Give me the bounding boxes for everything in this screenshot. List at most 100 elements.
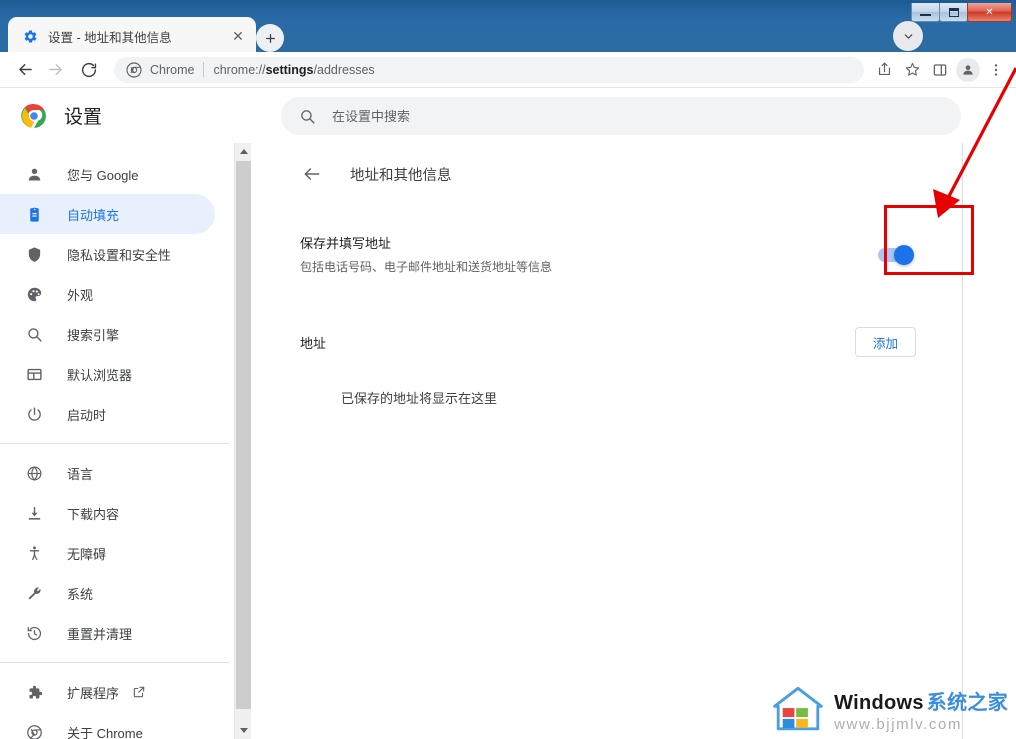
addresses-section-header: 地址 添加 [251, 313, 962, 371]
search-input[interactable] [330, 107, 943, 125]
window-controls: ✕ [911, 3, 1012, 22]
sidebar-item-on-startup[interactable]: 启动时 [0, 394, 215, 434]
address-bar[interactable]: Chrome chrome://settings/addresses [114, 56, 864, 83]
power-icon [24, 404, 44, 424]
browser-window-icon [24, 364, 44, 384]
gear-icon [22, 28, 38, 44]
content-title: 地址和其他信息 [350, 167, 452, 184]
browser-toolbar: Chrome chrome://settings/addresses [0, 52, 1016, 88]
settings-sidebar: 您与 Google 自动填充 隐私设置和安全性 外观 搜索引擎 默认浏览器 启动… [0, 143, 229, 739]
watermark-text: Windows 系统之家 www.bjjmlv.com [834, 686, 1008, 733]
browser-window: ✕ 设置 - 地址和其他信息 ✕ Chrome chrome://setting… [0, 0, 1016, 739]
minimize-button[interactable] [911, 3, 940, 22]
sidebar-item-about-chrome[interactable]: 关于 Chrome [0, 712, 215, 739]
sidebar-item-label: 隐私设置和安全性 [67, 247, 172, 263]
close-button[interactable]: ✕ [967, 3, 1012, 22]
sidebar-item-reset-cleanup[interactable]: 重置并清理 [0, 613, 215, 653]
sidebar-item-label: 下载内容 [67, 506, 120, 522]
maximize-button[interactable] [939, 3, 968, 22]
tab-strip: 设置 - 地址和其他信息 ✕ [0, 3, 1016, 55]
save-and-fill-addresses-row: 保存并填写地址 包括电话号码、电子邮件地址和送货地址等信息 [251, 223, 962, 287]
sidebar-item-label: 无障碍 [67, 546, 107, 562]
maximize-icon [948, 7, 959, 17]
person-icon [24, 164, 44, 184]
sidebar-item-accessibility[interactable]: 无障碍 [0, 533, 215, 573]
sidebar-item-autofill[interactable]: 自动填充 [0, 194, 215, 234]
sidebar-item-languages[interactable]: 语言 [0, 453, 215, 493]
sidebar-item-label: 系统 [67, 586, 94, 602]
addresses-empty-text: 已保存的地址将显示在这里 [341, 391, 498, 406]
watermark-brand-line: Windows 系统之家 [834, 691, 1008, 714]
avatar [956, 57, 980, 82]
sidebar-item-label: 您与 Google [67, 167, 139, 183]
puzzle-icon [24, 682, 44, 702]
tab-title: 设置 - 地址和其他信息 [48, 30, 172, 45]
open-in-new-icon [132, 685, 146, 699]
sidebar-item-label: 外观 [67, 287, 94, 303]
settings-search-box[interactable] [281, 97, 961, 135]
sidebar-item-label: 搜索引擎 [67, 327, 120, 343]
tab-close-icon[interactable]: ✕ [228, 26, 248, 46]
settings-content-panel: 地址和其他信息 保存并填写地址 包括电话号码、电子邮件地址和送货地址等信息 地址… [251, 143, 963, 739]
sidebar-group-1: 您与 Google 自动填充 隐私设置和安全性 外观 搜索引擎 默认浏览器 启动… [0, 143, 229, 739]
wrench-icon [24, 583, 44, 603]
forward-button[interactable] [40, 55, 70, 85]
new-tab-button[interactable] [256, 24, 284, 52]
sidebar-item-system[interactable]: 系统 [0, 573, 215, 613]
search-icon [299, 108, 316, 125]
sidebar-item-default-browser[interactable]: 默认浏览器 [0, 354, 215, 394]
sidebar-scrollbar[interactable] [234, 143, 252, 739]
content-header: 地址和其他信息 [251, 143, 962, 205]
chrome-site-icon [126, 61, 142, 78]
share-icon[interactable] [870, 56, 898, 84]
bookmark-star-icon[interactable] [898, 56, 926, 84]
chevron-down-icon [239, 728, 248, 733]
tab-search-button[interactable] [893, 21, 923, 51]
chrome-outline-icon [24, 722, 44, 739]
page-title: 设置 [64, 107, 103, 128]
close-icon: ✕ [985, 6, 994, 18]
sidebar-item-appearance[interactable]: 外观 [0, 274, 215, 314]
row-primary-label: 保存并填写地址 [300, 235, 392, 251]
content-right-gutter [963, 143, 1016, 739]
shield-icon [24, 244, 44, 264]
sidebar-item-label: 语言 [67, 466, 94, 482]
scroll-up-button[interactable] [235, 143, 252, 160]
row-secondary-label: 包括电话号码、电子邮件地址和送货地址等信息 [300, 259, 553, 274]
sidebar-item-downloads[interactable]: 下载内容 [0, 493, 215, 533]
reload-button[interactable] [74, 55, 104, 85]
watermark: Windows 系统之家 www.bjjmlv.com [771, 685, 1008, 733]
back-button[interactable] [10, 55, 40, 85]
toggle-knob [894, 245, 914, 265]
scroll-down-button[interactable] [235, 722, 252, 739]
watermark-url: www.bjjmlv.com [834, 715, 963, 733]
tab-settings[interactable]: 设置 - 地址和其他信息 ✕ [8, 17, 256, 55]
sidebar-divider-1 [0, 443, 229, 444]
clipboard-icon [24, 204, 44, 224]
profile-avatar-icon[interactable] [954, 56, 982, 84]
addresses-section-label: 地址 [300, 335, 327, 351]
save-and-fill-addresses-toggle[interactable] [878, 245, 914, 265]
sidebar-item-privacy-security[interactable]: 隐私设置和安全性 [0, 234, 215, 274]
add-address-button[interactable]: 添加 [854, 327, 916, 357]
sidebar-item-you-and-google[interactable]: 您与 Google [0, 154, 215, 194]
sidebar-item-label: 默认浏览器 [67, 367, 133, 383]
accessibility-icon [24, 543, 44, 563]
chevron-up-icon [239, 149, 248, 154]
side-panel-icon[interactable] [926, 56, 954, 84]
sidebar-item-search-engine[interactable]: 搜索引擎 [0, 314, 215, 354]
search-icon [24, 324, 44, 344]
omnibox-site-label: Chrome [150, 62, 195, 77]
minimize-icon [920, 14, 931, 16]
sidebar-item-label: 关于 Chrome [67, 725, 143, 739]
more-menu-icon[interactable] [982, 56, 1010, 84]
globe-icon [24, 463, 44, 483]
sidebar-item-extensions[interactable]: 扩展程序 [0, 672, 215, 712]
omnibox-separator [203, 62, 205, 77]
palette-icon [24, 284, 44, 304]
history-restore-icon [24, 623, 44, 643]
scrollbar-thumb[interactable] [236, 161, 251, 709]
sidebar-divider-2 [0, 662, 229, 663]
sidebar-item-label: 扩展程序 [67, 685, 120, 701]
back-arrow-icon[interactable] [300, 162, 324, 186]
